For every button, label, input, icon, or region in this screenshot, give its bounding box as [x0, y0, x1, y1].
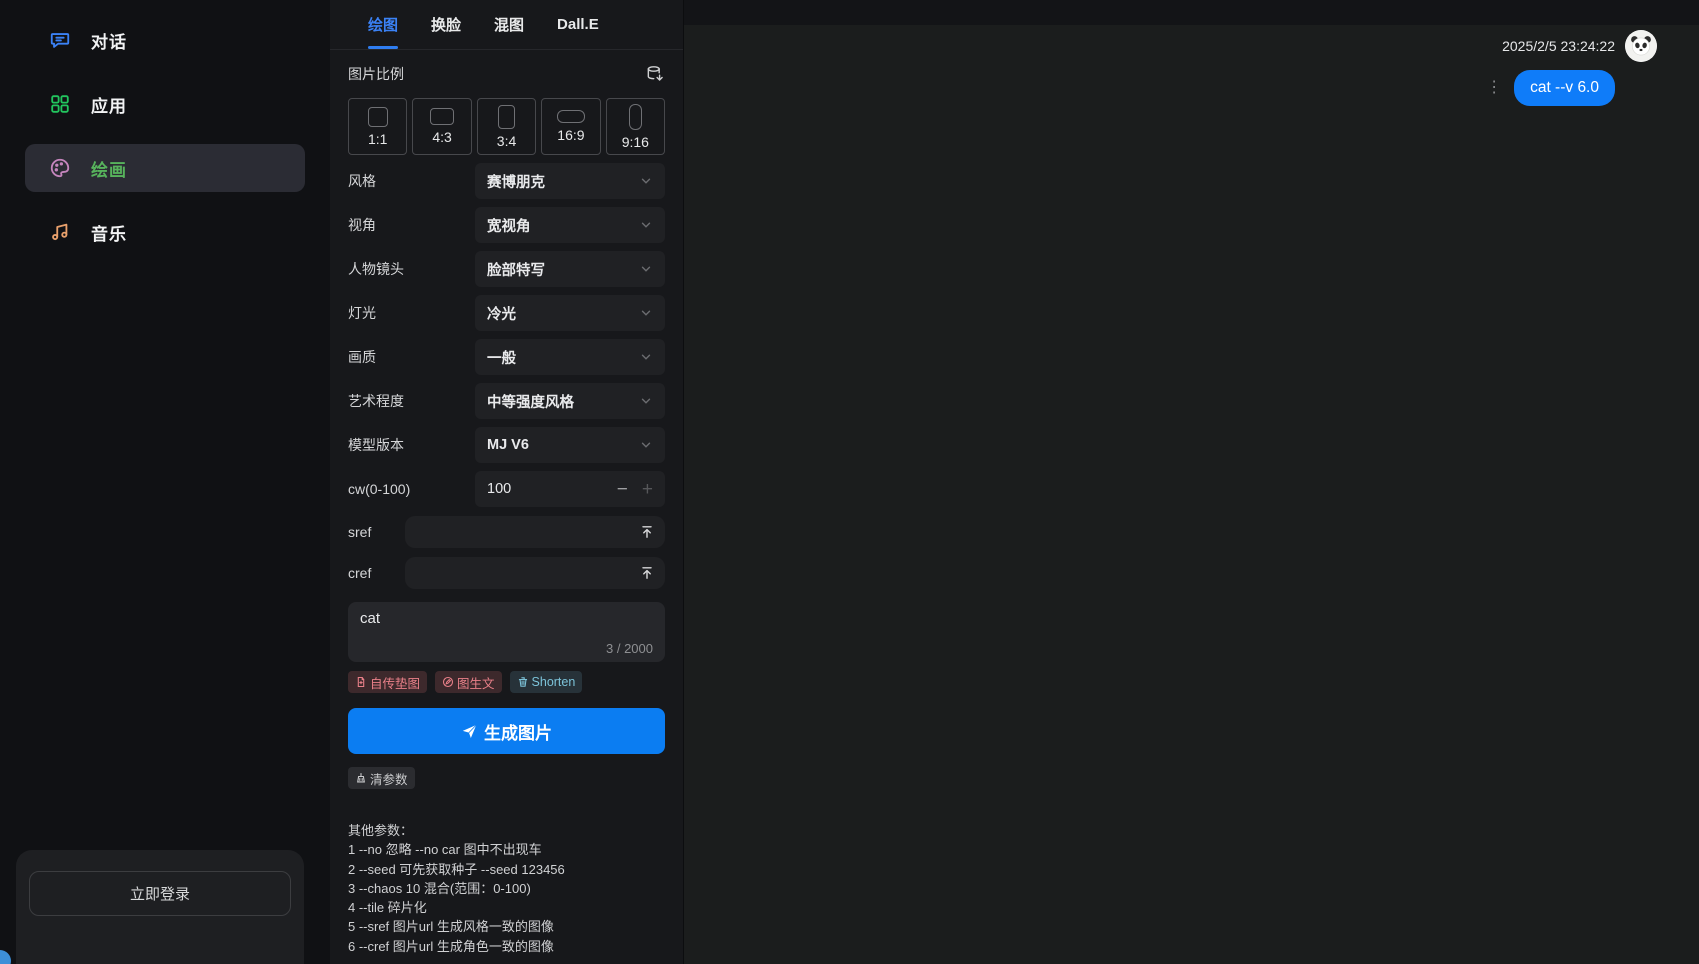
ratio-shape-icon — [368, 107, 388, 127]
plus-button[interactable]: + — [642, 480, 653, 499]
cref-upload-field[interactable] — [405, 557, 665, 589]
model-version-select[interactable]: MJ V6 — [475, 427, 665, 463]
aspect-ratio-9-16[interactable]: 9:16 — [606, 98, 665, 155]
tab-draw[interactable]: 绘图 — [368, 0, 398, 49]
message-menu-icon[interactable]: ⋮ — [1486, 80, 1502, 96]
clear-icon — [355, 772, 367, 784]
user-avatar[interactable] — [1625, 30, 1657, 62]
palette-icon — [49, 157, 71, 179]
app-window: 对话 应用 绘画 — [0, 0, 1699, 964]
stylize-label: 艺术程度 — [348, 391, 475, 411]
minus-button[interactable]: − — [617, 480, 628, 499]
chevron-down-icon — [639, 262, 653, 276]
sidebar-item-label: 音乐 — [91, 220, 127, 245]
panel-tabbar: 绘图 换脸 混图 Dall.E — [330, 0, 683, 50]
login-button[interactable]: 立即登录 — [29, 871, 291, 916]
help-line: 3 --chaos 10 混合(范围：0-100) — [348, 879, 665, 898]
sref-upload-field[interactable] — [405, 516, 665, 548]
sidebar: 对话 应用 绘画 — [0, 0, 330, 964]
aspect-ratio-group: 1:1 4:3 3:4 16:9 9:16 — [348, 98, 665, 155]
generate-image-button[interactable]: 生成图片 — [348, 708, 665, 754]
user-message: 2025/2/5 23:24:22 ⋮ cat --v 6.0 — [1486, 30, 1657, 106]
aspect-ratio-16-9[interactable]: 16:9 — [541, 98, 600, 155]
apps-grid-icon — [49, 93, 71, 115]
help-line: 6 --cref 图片url 生成角色一致的图像 — [348, 937, 665, 956]
help-line: 5 --sref 图片url 生成风格一致的图像 — [348, 917, 665, 936]
clear-params-pill[interactable]: 清参数 — [348, 767, 415, 789]
shorten-pill[interactable]: Shorten — [510, 671, 583, 693]
shorten-icon — [517, 676, 529, 688]
sref-label: sref — [348, 524, 405, 540]
model-version-label: 模型版本 — [348, 435, 475, 455]
help-title: 其他参数： — [348, 821, 665, 840]
upload-base-image-pill[interactable]: 自传垫图 — [348, 671, 427, 693]
ratio-shape-icon — [498, 105, 515, 129]
tab-faceswap[interactable]: 换脸 — [431, 0, 461, 49]
style-select[interactable]: 赛博朋克 — [475, 163, 665, 199]
chat-area: 2025/2/5 23:24:22 ⋮ cat --v 6.0 — [683, 0, 1699, 964]
message-timestamp: 2025/2/5 23:24:22 — [1502, 38, 1615, 54]
chat-top-strip — [684, 0, 1699, 25]
generation-panel: 绘图 换脸 混图 Dall.E 图片比例 — [330, 0, 683, 964]
help-line: 4 --tile 碎片化 — [348, 898, 665, 917]
image-to-text-pill[interactable]: 图生文 — [435, 671, 502, 693]
cw-label: cw(0-100) — [348, 481, 475, 497]
sidebar-item-chat[interactable]: 对话 — [25, 16, 305, 64]
ratio-shape-icon — [430, 108, 454, 125]
ratio-shape-icon — [557, 110, 585, 123]
cw-value: 100 — [487, 481, 617, 497]
tab-blend[interactable]: 混图 — [494, 0, 524, 49]
prompt-container: cat 3 / 2000 — [348, 602, 665, 662]
panda-avatar-icon — [1625, 30, 1657, 62]
cw-stepper[interactable]: 100 − + — [475, 471, 665, 507]
message-bubble: cat --v 6.0 — [1514, 70, 1615, 106]
history-import-icon[interactable] — [645, 64, 665, 84]
lighting-label: 灯光 — [348, 303, 475, 323]
chevron-down-icon — [639, 218, 653, 232]
chevron-down-icon — [639, 438, 653, 452]
music-icon — [49, 221, 71, 243]
char-counter: 3 / 2000 — [606, 641, 653, 656]
aspect-ratio-3-4[interactable]: 3:4 — [477, 98, 536, 155]
quality-select[interactable]: 一般 — [475, 339, 665, 375]
sidebar-item-draw[interactable]: 绘画 — [25, 144, 305, 192]
sidebar-item-apps[interactable]: 应用 — [25, 80, 305, 128]
upload-icon[interactable] — [639, 524, 655, 540]
ratio-shape-icon — [629, 104, 642, 130]
chevron-down-icon — [639, 394, 653, 408]
chat-icon — [49, 29, 71, 51]
upload-icon[interactable] — [639, 565, 655, 581]
chevron-down-icon — [639, 306, 653, 320]
file-add-icon — [355, 676, 367, 688]
tab-dalle[interactable]: Dall.E — [557, 0, 599, 49]
sidebar-item-music[interactable]: 音乐 — [25, 208, 305, 256]
aspect-ratio-1-1[interactable]: 1:1 — [348, 98, 407, 155]
help-line: 1 --no 忽略 --no car 图中不出现车 — [348, 840, 665, 859]
panel-body: 图片比例 1:1 4:3 — [330, 50, 683, 964]
style-label: 风格 — [348, 171, 475, 191]
login-card: 立即登录 — [16, 850, 304, 964]
character-shot-select[interactable]: 脸部特写 — [475, 251, 665, 287]
sidebar-item-label: 对话 — [91, 28, 127, 53]
send-icon — [461, 723, 478, 740]
aspect-ratio-4-3[interactable]: 4:3 — [412, 98, 471, 155]
stylize-select[interactable]: 中等强度风格 — [475, 383, 665, 419]
view-angle-select[interactable]: 宽视角 — [475, 207, 665, 243]
chevron-down-icon — [639, 350, 653, 364]
pen-icon — [442, 676, 454, 688]
sidebar-item-label: 绘画 — [91, 156, 127, 181]
sidebar-item-label: 应用 — [91, 92, 127, 117]
quality-label: 画质 — [348, 347, 475, 367]
cref-label: cref — [348, 565, 405, 581]
quick-action-row: 自传垫图 图生文 Shorten — [348, 671, 665, 693]
lighting-select[interactable]: 冷光 — [475, 295, 665, 331]
other-params-help: 其他参数： 1 --no 忽略 --no car 图中不出现车 2 --seed… — [348, 821, 665, 956]
character-shot-label: 人物镜头 — [348, 259, 475, 279]
help-line: 2 --seed 可先获取种子 --seed 123456 — [348, 860, 665, 879]
chevron-down-icon — [639, 174, 653, 188]
ratio-section-label: 图片比例 — [348, 64, 404, 84]
view-angle-label: 视角 — [348, 215, 475, 235]
prompt-input[interactable]: cat — [360, 610, 653, 640]
